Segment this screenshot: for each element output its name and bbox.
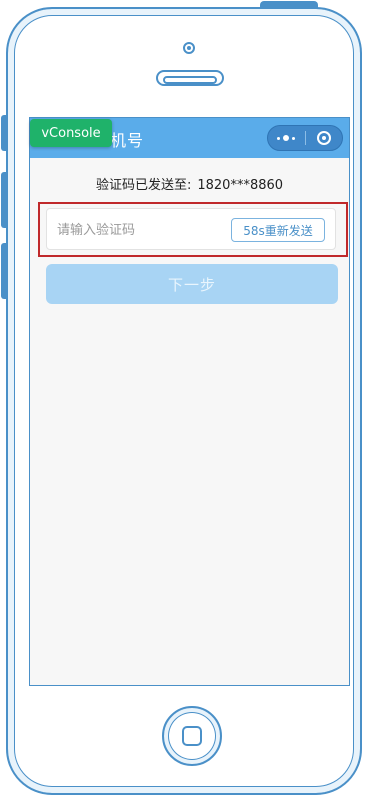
front-camera-icon bbox=[183, 42, 195, 54]
close-circle-icon bbox=[316, 131, 331, 145]
home-button bbox=[162, 706, 222, 766]
power-button bbox=[260, 1, 318, 9]
close-mini-program-button[interactable] bbox=[306, 126, 343, 150]
earpiece-speaker bbox=[156, 70, 224, 86]
page-title: 机号 bbox=[110, 131, 145, 150]
app-screen: 机号 验证码已发送至: 1820***8860 58s重新发送 下一步 bbox=[29, 117, 350, 686]
verification-code-row: 58s重新发送 bbox=[46, 208, 336, 250]
vconsole-button[interactable]: vConsole bbox=[30, 119, 112, 147]
more-menu-button[interactable] bbox=[268, 126, 305, 150]
resend-code-button[interactable]: 58s重新发送 bbox=[231, 218, 325, 242]
code-sent-message: 验证码已发送至: 1820***8860 bbox=[30, 174, 349, 193]
volume-down-button bbox=[1, 243, 8, 299]
volume-up-button bbox=[1, 172, 8, 228]
mute-switch bbox=[1, 115, 8, 151]
verification-code-input[interactable] bbox=[55, 218, 229, 242]
code-sent-label: 验证码已发送至: bbox=[95, 178, 192, 193]
next-step-button[interactable]: 下一步 bbox=[46, 264, 338, 304]
masked-phone-number: 1820***8860 bbox=[197, 178, 284, 193]
more-dots-icon bbox=[277, 135, 296, 141]
mini-program-capsule bbox=[267, 125, 343, 151]
